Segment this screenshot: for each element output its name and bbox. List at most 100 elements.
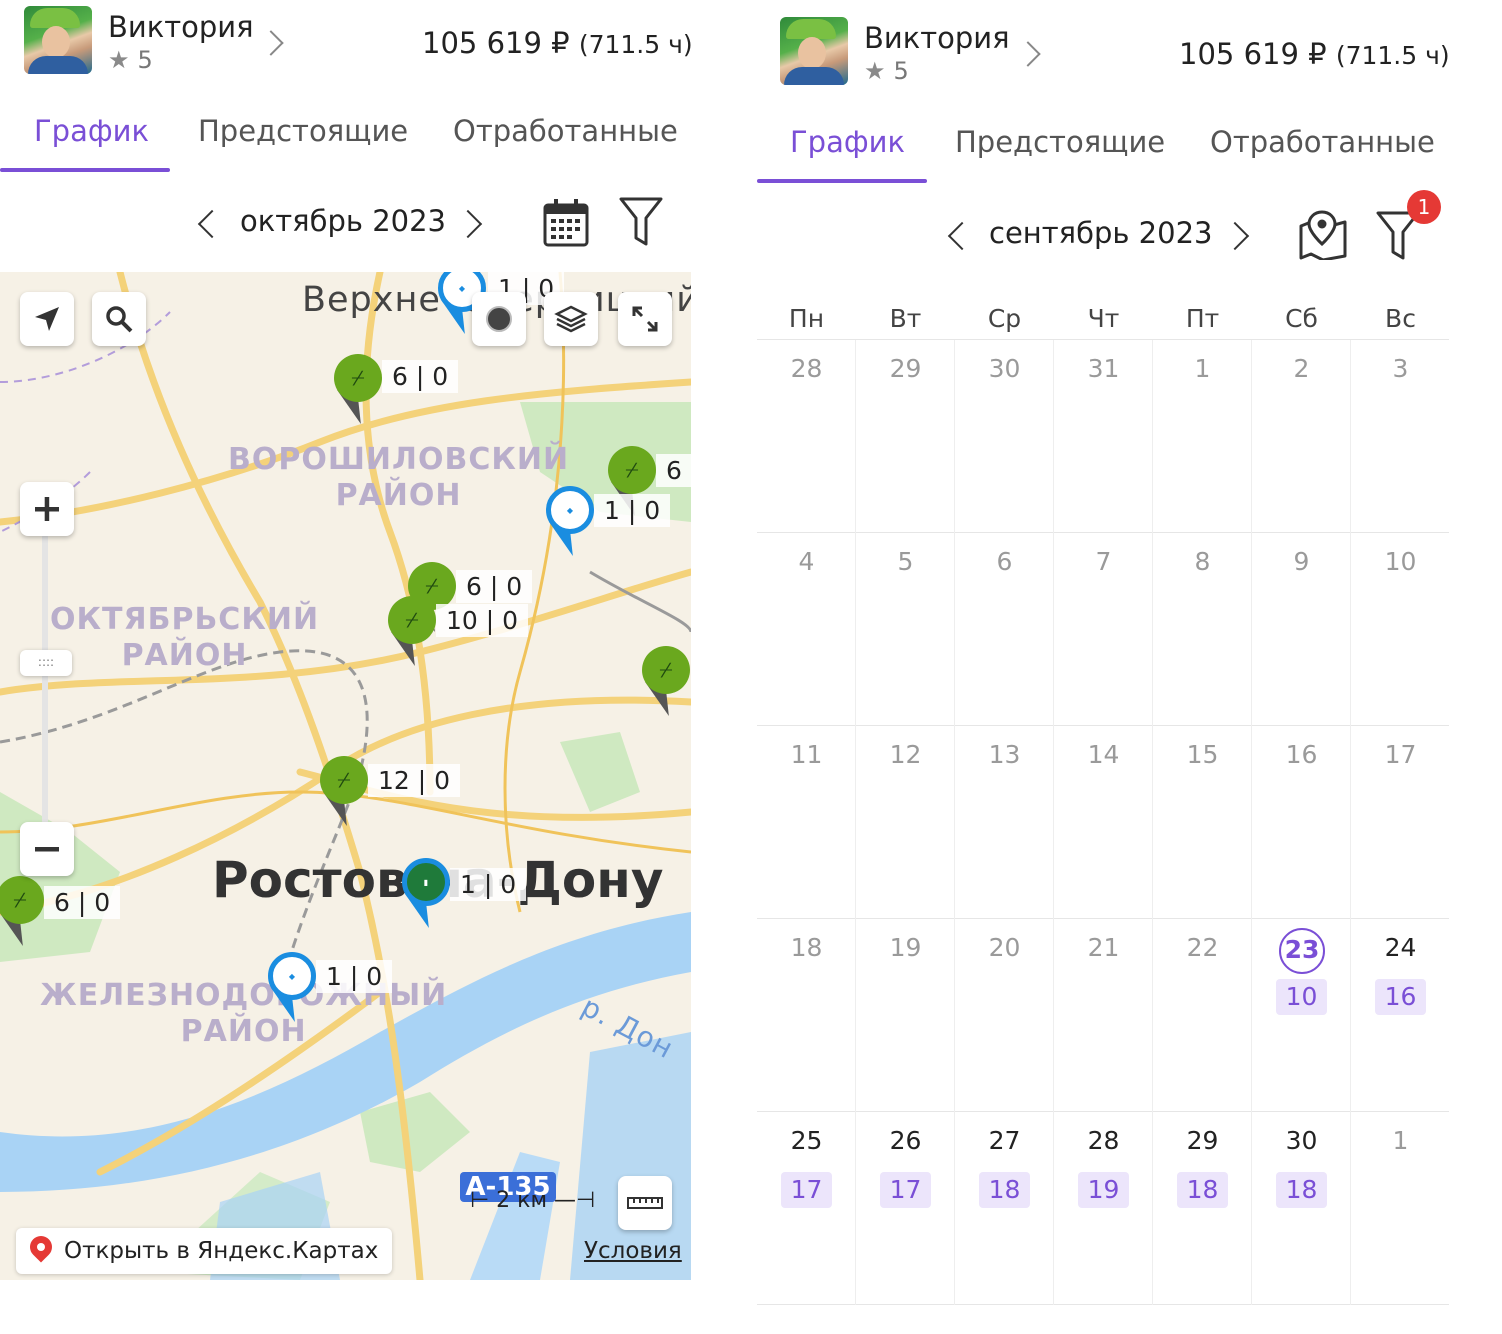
calendar-day[interactable]: 12 xyxy=(856,726,955,919)
day-number: 4 xyxy=(798,547,815,576)
calendar-day[interactable]: 2 xyxy=(1252,340,1351,533)
calendar-day[interactable]: 25 17 xyxy=(757,1112,856,1305)
map-marker[interactable]: ⌿ xyxy=(642,646,690,716)
calendar-day[interactable]: 21 xyxy=(1054,919,1153,1112)
zoom-in-button[interactable] xyxy=(20,482,74,536)
map-marker[interactable]: ◆ xyxy=(268,952,316,1022)
calendar-day[interactable]: 14 xyxy=(1054,726,1153,919)
calendar-day[interactable]: 17 xyxy=(1351,726,1450,919)
calendar-week: 4 5 6 7 8 9 10 xyxy=(757,533,1449,726)
fullscreen-button[interactable] xyxy=(618,292,672,346)
day-number: 20 xyxy=(988,933,1021,962)
day-number: 26 xyxy=(889,1126,922,1155)
shift-hours-badge[interactable]: 18 xyxy=(979,1172,1030,1208)
calendar-day[interactable]: 16 xyxy=(1252,726,1351,919)
shift-hours-badge[interactable]: 18 xyxy=(1276,1172,1327,1208)
profile-header[interactable]: Виктория ★ 5 105 619 ₽ (711.5 ч) xyxy=(0,0,693,90)
month-navigation: сентябрь 2023 1 xyxy=(757,190,1449,264)
next-month-button[interactable] xyxy=(1220,221,1250,251)
prev-month-button[interactable] xyxy=(947,221,977,251)
calendar-day[interactable]: 10 xyxy=(1351,533,1450,726)
calendar-day[interactable]: 9 xyxy=(1252,533,1351,726)
day-number: 28 xyxy=(790,354,823,383)
calendar-day[interactable]: 30 18 xyxy=(1252,1112,1351,1305)
calendar-day[interactable]: 18 xyxy=(757,919,856,1112)
calendar-day[interactable]: 27 18 xyxy=(955,1112,1054,1305)
scale-bar-right: —⊣ xyxy=(554,1188,596,1213)
traffic-button[interactable] xyxy=(472,292,526,346)
ruler-button[interactable] xyxy=(618,1176,672,1230)
map-scale: ⊢ 2 км —⊣ xyxy=(470,1188,595,1213)
layers-button[interactable] xyxy=(544,292,598,346)
shift-hours-badge[interactable]: 18 xyxy=(1177,1172,1228,1208)
terms-link[interactable]: Условия xyxy=(584,1238,682,1264)
calendar-day[interactable]: 13 xyxy=(955,726,1054,919)
prev-month-button[interactable] xyxy=(197,209,227,239)
calendar-icon[interactable] xyxy=(542,198,590,248)
tab-schedule[interactable]: График xyxy=(790,125,905,159)
shift-hours-badge[interactable]: 16 xyxy=(1375,979,1426,1015)
tab-upcoming[interactable]: Предстоящие xyxy=(198,114,408,148)
zoom-out-button[interactable] xyxy=(20,822,74,876)
calendar-day[interactable]: 23 10 xyxy=(1252,919,1351,1112)
map-marker[interactable]: ⌿ xyxy=(388,596,436,666)
tab-completed[interactable]: Отработанные xyxy=(1210,125,1435,159)
calendar-day[interactable]: 24 16 xyxy=(1351,919,1450,1112)
calendar-day[interactable]: 28 xyxy=(757,340,856,533)
map-marker[interactable]: ⌿ xyxy=(0,876,44,946)
calendar-day[interactable]: 22 xyxy=(1153,919,1252,1112)
profile-header[interactable]: Виктория ★ 5 105 619 ₽ (711.5 ч) xyxy=(757,0,1450,90)
calendar-day[interactable]: 19 xyxy=(856,919,955,1112)
locate-button[interactable] xyxy=(20,292,74,346)
next-month-button[interactable] xyxy=(453,209,483,239)
calendar-day[interactable]: 5 xyxy=(856,533,955,726)
chevron-right-icon[interactable] xyxy=(1015,41,1041,67)
map-search-button[interactable] xyxy=(92,292,146,346)
shift-hours-badge[interactable]: 17 xyxy=(880,1172,931,1208)
open-in-yandex-maps-button[interactable]: Открыть в Яндекс.Картах xyxy=(16,1228,393,1274)
calendar-day[interactable]: 1 xyxy=(1153,340,1252,533)
avatar[interactable] xyxy=(780,17,848,85)
zoom-slider-handle[interactable]: :::: xyxy=(20,650,72,676)
map-marker[interactable]: ▮ xyxy=(402,858,450,928)
calendar-day[interactable]: 20 xyxy=(955,919,1054,1112)
chevron-right-icon[interactable] xyxy=(258,30,284,56)
calendar-day[interactable]: 8 xyxy=(1153,533,1252,726)
shift-hours-badge[interactable]: 10 xyxy=(1276,979,1327,1015)
shift-hours-badge[interactable]: 17 xyxy=(781,1172,832,1208)
calendar-day[interactable]: 26 17 xyxy=(856,1112,955,1305)
calendar-day[interactable]: 1 xyxy=(1351,1112,1450,1305)
weekday-label: Пн xyxy=(788,304,825,333)
weekday-header: Пн Вт Ср Чт Пт Сб Вс xyxy=(757,296,1449,340)
calendar-day[interactable]: 6 xyxy=(955,533,1054,726)
calendar-day[interactable]: 4 xyxy=(757,533,856,726)
calendar-day[interactable]: 15 xyxy=(1153,726,1252,919)
filter-icon[interactable] xyxy=(618,196,664,248)
zoom-slider-track[interactable] xyxy=(42,534,48,824)
map-marker[interactable]: ⌿ xyxy=(334,354,382,424)
calendar-day[interactable]: 29 xyxy=(856,340,955,533)
marker-count: 6 | 0 xyxy=(44,886,121,919)
calendar-day[interactable]: 11 xyxy=(757,726,856,919)
day-number: 5 xyxy=(897,547,914,576)
map-view[interactable]: Верхнетемерницкий ВОРОШИЛОВСКИЙ РАЙОН ОК… xyxy=(0,272,691,1280)
map-label-voroshilovsky: ВОРОШИЛОВСКИЙ РАЙОН xyxy=(228,442,570,513)
avatar[interactable] xyxy=(24,6,92,74)
calendar-day[interactable]: 7 xyxy=(1054,533,1153,726)
tab-upcoming[interactable]: Предстоящие xyxy=(955,125,1165,159)
calendar-day[interactable]: 29 18 xyxy=(1153,1112,1252,1305)
calendar-day[interactable]: 31 xyxy=(1054,340,1153,533)
calendar-day[interactable]: 3 xyxy=(1351,340,1450,533)
map-marker[interactable]: ⌿ xyxy=(320,756,368,826)
calendar-day[interactable]: 28 19 xyxy=(1054,1112,1153,1305)
map-view-icon[interactable] xyxy=(1297,210,1349,260)
tab-schedule[interactable]: График xyxy=(34,114,149,148)
day-number: 1 xyxy=(1194,354,1211,383)
search-icon xyxy=(106,306,133,333)
open-in-maps-label: Открыть в Яндекс.Картах xyxy=(64,1238,379,1264)
calendar-day[interactable]: 30 xyxy=(955,340,1054,533)
shift-hours-badge[interactable]: 19 xyxy=(1078,1172,1129,1208)
map-marker[interactable]: ◆ xyxy=(546,486,594,556)
tab-completed[interactable]: Отработанные xyxy=(453,114,678,148)
marker-count: 6 | 0 xyxy=(382,360,459,393)
